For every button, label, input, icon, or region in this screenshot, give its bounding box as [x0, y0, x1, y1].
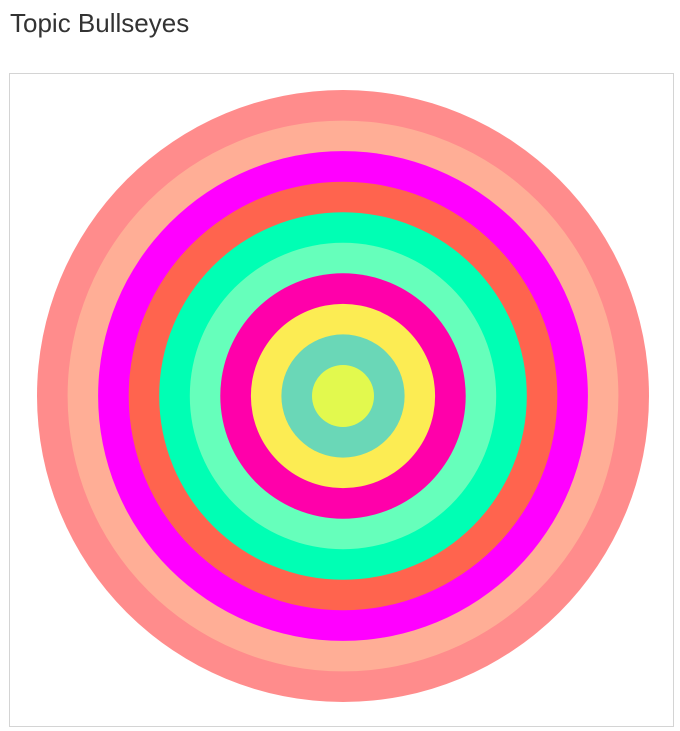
bullseye-ring-10[interactable]: [312, 365, 374, 427]
bullseye-chart-panel: [9, 73, 674, 727]
bullseye-chart: [37, 90, 649, 702]
page-title: Topic Bullseyes: [10, 8, 190, 38]
